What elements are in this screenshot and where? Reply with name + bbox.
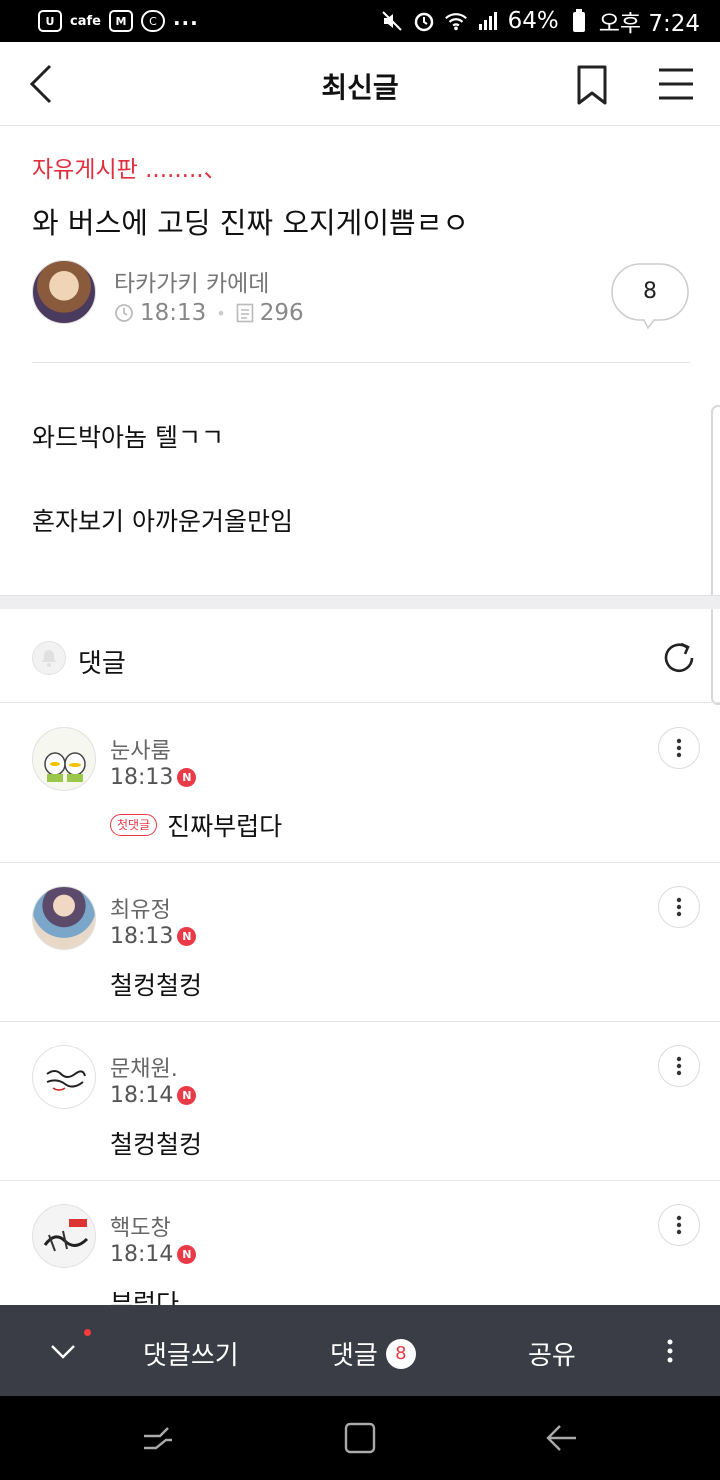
comment-author[interactable]: 핵도창	[110, 1210, 171, 1242]
bottom-action-bar: 댓글쓰기 댓글 8 공유	[0, 1305, 720, 1396]
clock: 오후 7:24	[598, 11, 700, 37]
system-back-icon[interactable]	[542, 1418, 582, 1458]
comment-time-text: 18:14	[110, 1083, 174, 1108]
comment-time: 18:14 N	[110, 1242, 197, 1267]
home-icon[interactable]	[340, 1418, 380, 1458]
new-badge: N	[177, 1086, 197, 1105]
alarm-icon	[412, 10, 436, 32]
comment-avatar[interactable]	[32, 1045, 96, 1109]
section-divider	[0, 595, 720, 609]
comment-item: 문채원. 18:14 N 철컹철컹	[0, 1021, 720, 1181]
menu-icon[interactable]	[656, 64, 696, 104]
comment-time-text: 18:13	[110, 765, 174, 790]
c-notification-icon: C	[140, 10, 165, 32]
refresh-icon[interactable]	[660, 639, 698, 677]
comment-avatar[interactable]	[32, 886, 96, 950]
meta-separator: •	[216, 303, 226, 323]
system-navigation-bar	[0, 1396, 720, 1480]
comment-time: 18:13 N	[110, 765, 197, 790]
new-badge: N	[177, 927, 197, 946]
post-title: 와 버스에 고딩 진짜 오지게이쁨ㄹㅇ	[32, 206, 470, 240]
page-title: 최신글	[321, 71, 399, 104]
comments-button[interactable]: 댓글 8	[330, 1335, 416, 1372]
comments-button-label: 댓글	[330, 1341, 378, 1371]
comment-time: 18:13 N	[110, 924, 197, 949]
board-link[interactable]: 자유게시판 ........、	[32, 150, 227, 184]
comment-avatar[interactable]	[32, 1204, 96, 1268]
new-badge: N	[177, 1245, 197, 1264]
post-time: 18:13	[140, 300, 207, 326]
comment-time-text: 18:13	[110, 924, 174, 949]
more-notifications-indicator: ...	[172, 6, 199, 30]
cafe-notification-label: cafe	[70, 13, 101, 29]
mail-notification-icon: M	[108, 10, 133, 32]
comments-title: 댓글	[78, 649, 126, 679]
status-bar-right: 64% 오후 7:24	[380, 4, 700, 38]
author-avatar[interactable]	[32, 260, 96, 324]
status-bar-left: U cafe M C ...	[38, 6, 199, 32]
notification-dot	[84, 1329, 91, 1336]
comment-item: 눈사룸 18:13 N 첫댓글 진짜부럽다	[0, 703, 720, 863]
recent-apps-icon[interactable]	[138, 1418, 178, 1458]
comment-more-button[interactable]	[658, 727, 700, 769]
author-name[interactable]: 타카가키 카에데	[114, 264, 269, 298]
app-notification-icon: U	[38, 10, 62, 32]
comment-text-content: 철컹철컹	[110, 971, 203, 1000]
comment-text: 철컹철컹	[110, 1125, 202, 1161]
comment-time: 18:14 N	[110, 1083, 197, 1108]
comment-avatar[interactable]	[32, 727, 96, 791]
comment-more-button[interactable]	[658, 1045, 700, 1087]
top-navigation-bar: 최신글	[0, 42, 720, 126]
comment-bubble-count[interactable]: 8	[610, 262, 690, 322]
new-badge: N	[177, 768, 197, 787]
comment-more-button[interactable]	[658, 1204, 700, 1246]
comment-time-text: 18:14	[110, 1242, 174, 1267]
write-comment-button[interactable]: 댓글쓰기	[143, 1335, 239, 1372]
comment-text: 첫댓글 진짜부럽다	[110, 807, 282, 843]
views-icon	[236, 303, 254, 323]
chevron-down-icon[interactable]	[42, 1331, 84, 1371]
comment-text-content: 철컹철컹	[110, 1130, 203, 1159]
more-options-icon[interactable]	[650, 1331, 690, 1371]
comment-count-badge: 8	[385, 1338, 416, 1369]
comment-author[interactable]: 눈사룸	[110, 733, 171, 765]
post-body-line: 혼자보기 아까운거올만임	[32, 507, 293, 536]
bell-icon[interactable]	[32, 641, 66, 675]
header-divider	[32, 362, 690, 363]
comment-item: 최유정 18:13 N 철컹철컹	[0, 862, 720, 1022]
comment-text-content: 진짜부럽다	[167, 812, 283, 841]
battery-percent: 64%	[507, 8, 559, 34]
wifi-icon	[444, 10, 468, 32]
post-body-line: 와드박아놈 텔ㄱㄱ	[32, 423, 224, 452]
battery-icon	[567, 9, 591, 32]
post-views: 296	[259, 300, 304, 326]
comment-author[interactable]: 최유정	[110, 892, 171, 924]
status-bar: U cafe M C ... 64% 오후 7:24	[0, 0, 720, 42]
comments-header: 댓글	[0, 609, 720, 703]
comment-author[interactable]: 문채원.	[110, 1051, 178, 1083]
screen: U cafe M C ... 64% 오후 7:24 최신글 자유게시판 ...…	[0, 0, 720, 1480]
signal-icon	[476, 10, 500, 32]
clock-icon	[114, 303, 134, 323]
comment-text: 철컹철컹	[110, 966, 202, 1002]
share-button[interactable]: 공유	[528, 1335, 576, 1372]
post-meta: 18:13 • 296	[114, 300, 304, 326]
bookmark-icon[interactable]	[574, 64, 610, 106]
first-comment-badge: 첫댓글	[110, 814, 158, 836]
mute-icon	[380, 10, 404, 32]
comment-more-button[interactable]	[658, 886, 700, 928]
